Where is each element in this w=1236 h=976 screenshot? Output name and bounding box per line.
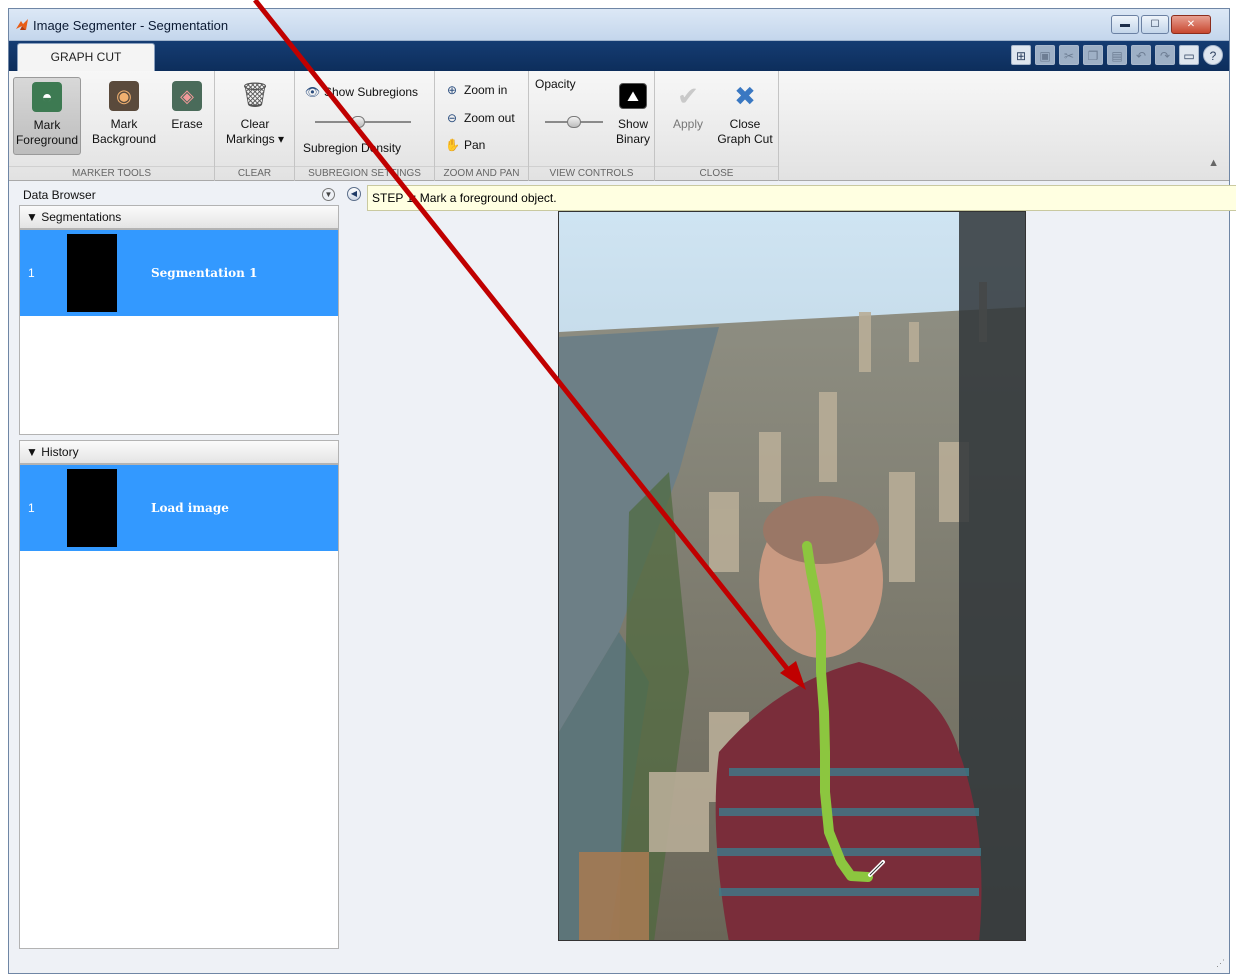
opacity-slider[interactable] (545, 116, 603, 128)
browser-menu-icon[interactable]: ▼ (322, 188, 335, 201)
mark-background-button[interactable]: ◉ Mark Background (89, 81, 159, 147)
chevron-down-icon: ▾ (278, 132, 285, 146)
segmentations-header[interactable]: ▼ Segmentations (19, 205, 339, 229)
caret-down-icon: ▼ (26, 210, 38, 224)
data-browser: Data Browser ▼ ▼ Segmentations 1 Segment… (17, 185, 341, 951)
hand-icon: ✋ (445, 138, 460, 152)
show-binary-button[interactable]: ⛰ Show Binary (613, 83, 653, 147)
redo-icon[interactable]: ↷ (1155, 45, 1175, 65)
layout-icon[interactable]: ▭ (1179, 45, 1199, 65)
slider-knob[interactable] (567, 116, 581, 128)
eraser-icon: ◈ (172, 81, 202, 111)
maximize-button[interactable]: ☐ (1141, 15, 1169, 34)
segmentations-list: 1 Segmentation 1 (19, 229, 339, 435)
eye-icon: 👁 (305, 85, 321, 99)
insert-icon[interactable]: ⊞ (1011, 45, 1031, 65)
close-graph-cut-button[interactable]: ✖ Close Graph Cut (713, 81, 777, 147)
close-section: ✔ Apply ✖ Close Graph Cut CLOSE (655, 71, 779, 181)
history-list: 1 Load image (19, 464, 339, 949)
app-window: Image Segmenter - Segmentation ▬ ☐ ✕ GRA… (8, 8, 1236, 974)
segmentation-thumbnail (67, 234, 117, 312)
toolstrip: ◓ Mark Foreground ◉ Mark Background ◈ Er… (9, 71, 1229, 181)
section-label-view-controls: VIEW CONTROLS (529, 166, 654, 179)
zoom-in-button[interactable]: ⊕ Zoom in (445, 83, 507, 97)
close-button[interactable]: ✕ (1171, 15, 1211, 34)
cut-icon[interactable]: ✂ (1059, 45, 1079, 65)
opacity-label: Opacity (535, 77, 576, 91)
list-item[interactable]: 1 Segmentation 1 (20, 230, 338, 316)
clear-markings-button[interactable]: 🗑 Clear Markings ▾ (219, 81, 291, 147)
resize-grip-icon[interactable]: ⋰ (1216, 958, 1225, 969)
collapse-left-icon[interactable]: ◀ (347, 187, 361, 201)
clear-section: 🗑 Clear Markings ▾ CLEAR (215, 71, 295, 181)
show-subregions-toggle[interactable]: 👁 Show Subregions (305, 85, 418, 99)
data-browser-header: Data Browser ▼ (17, 185, 341, 205)
minimize-button[interactable]: ▬ (1111, 15, 1139, 34)
list-item[interactable]: 1 Load image (20, 465, 338, 551)
apply-button[interactable]: ✔ Apply (665, 81, 711, 132)
section-label-close: CLOSE (655, 166, 778, 179)
save-icon[interactable]: ▣ (1035, 45, 1055, 65)
section-label-marker-tools: MARKER TOOLS (9, 166, 214, 179)
mark-foreground-button[interactable]: ◓ Mark Foreground (13, 77, 81, 155)
history-thumbnail (67, 469, 117, 547)
window-title: Image Segmenter - Segmentation (33, 18, 229, 33)
subregion-density-label: Subregion Density (303, 141, 402, 155)
history-header[interactable]: ▼ History (19, 440, 339, 464)
segmentation-image[interactable] (558, 211, 1026, 941)
slider-knob[interactable] (351, 116, 366, 128)
erase-button[interactable]: ◈ Erase (163, 81, 211, 132)
collapse-toolstrip-icon[interactable]: ▲ (1208, 157, 1219, 169)
mark-background-icon: ◉ (109, 81, 139, 111)
subregion-settings-section: 👁 Show Subregions Subregion Density SUBR… (295, 71, 435, 181)
paste-icon[interactable]: ▤ (1107, 45, 1127, 65)
marker-tools-section: ◓ Mark Foreground ◉ Mark Background ◈ Er… (9, 71, 215, 181)
section-label-zoom-and-pan: ZOOM AND PAN (435, 166, 528, 179)
trash-icon: 🗑 (240, 82, 271, 109)
section-label-clear: CLEAR (215, 166, 294, 179)
checkmark-icon: ✔ (677, 81, 699, 111)
pan-button[interactable]: ✋ Pan (445, 138, 485, 152)
copy-icon[interactable]: ❐ (1083, 45, 1103, 65)
mark-foreground-icon: ◓ (32, 82, 62, 112)
help-icon[interactable]: ? (1203, 45, 1223, 65)
close-x-icon: ✖ (734, 81, 756, 111)
zoom-and-pan-section: ⊕ Zoom in ⊖ Zoom out ✋ Pan ZOOM AND PAN (435, 71, 529, 181)
tab-graph-cut[interactable]: GRAPH CUT (17, 43, 155, 71)
matlab-icon (16, 19, 28, 30)
caret-down-icon: ▼ (26, 445, 38, 459)
title-bar: Image Segmenter - Segmentation ▬ ☐ ✕ (9, 9, 1229, 41)
zoom-out-icon: ⊖ (446, 111, 458, 125)
subregion-density-slider[interactable] (315, 116, 411, 128)
zoom-in-icon: ⊕ (446, 83, 458, 97)
quick-access-toolbar: ⊞ ▣ ✂ ❐ ▤ ↶ ↷ ▭ ? (1011, 45, 1223, 65)
image-canvas-area: ◀ STEP 1: Mark a foreground object. (343, 185, 1236, 951)
section-label-subregion-settings: SUBREGION SETTINGS (295, 166, 434, 179)
binary-image-icon: ⛰ (619, 83, 647, 109)
instruction-bar: STEP 1: Mark a foreground object. (367, 185, 1236, 211)
city-photo (559, 212, 1025, 940)
view-controls-section: Opacity ⛰ Show Binary VIEW CONTROLS (529, 71, 655, 181)
tab-strip: GRAPH CUT ⊞ ▣ ✂ ❐ ▤ ↶ ↷ ▭ ? (9, 41, 1229, 71)
zoom-out-button[interactable]: ⊖ Zoom out (445, 111, 515, 125)
undo-icon[interactable]: ↶ (1131, 45, 1151, 65)
